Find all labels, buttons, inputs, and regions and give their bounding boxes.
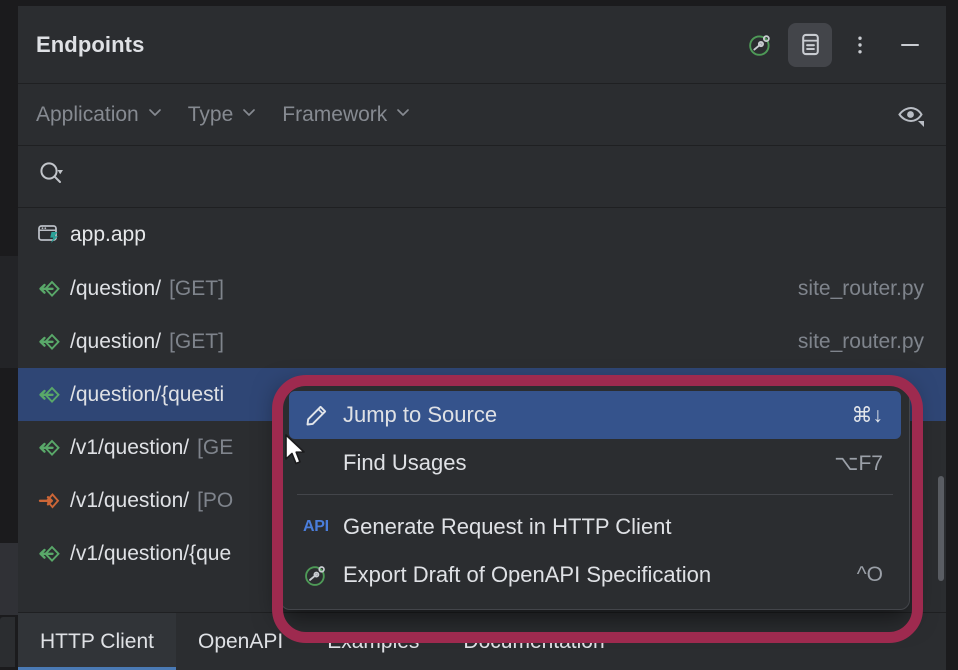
endpoint-path: /question/	[70, 276, 162, 300]
minimize-icon[interactable]	[888, 23, 932, 67]
list-group-label: app.app	[70, 223, 146, 246]
scrollbar-thumb[interactable]	[938, 476, 944, 581]
chevron-down-icon	[394, 103, 412, 127]
tab-documentation[interactable]: Documentation	[441, 613, 626, 670]
get-endpoint-icon	[36, 436, 70, 460]
table-row[interactable]: /question/ [GET] site_router.py	[18, 315, 946, 368]
endpoint-file: site_router.py	[797, 329, 924, 353]
tab-label: OpenAPI	[197, 629, 284, 653]
menu-item-label: Find Usages	[343, 450, 467, 475]
menu-item-shortcut: ^O	[856, 563, 883, 586]
bottom-tab-bar: HTTP Client OpenAPI Examples Documentati…	[18, 612, 946, 670]
mouse-cursor	[284, 434, 310, 473]
menu-item-find-usages[interactable]: Find Usages ⌥F7	[289, 439, 901, 487]
context-menu: Jump to Source ⌘↓ Find Usages ⌥F7 API Ge…	[280, 382, 910, 610]
menu-item-shortcut: ⌥F7	[834, 451, 883, 475]
search-icon[interactable]	[36, 158, 68, 195]
endpoint-path: /question/	[70, 329, 162, 353]
tab-label: Documentation	[463, 629, 605, 653]
filter-application-label: Application	[36, 102, 139, 126]
menu-item-label: Generate Request in HTTP Client	[343, 514, 672, 539]
list-group-row[interactable]: app.app	[18, 208, 946, 262]
endpoint-method: [PO	[197, 488, 234, 512]
panel-header: Endpoints	[18, 6, 946, 84]
endpoint-file: site_router.py	[797, 276, 924, 300]
api-badge-text: API	[303, 518, 329, 535]
module-icon	[36, 222, 70, 248]
pencil-icon	[303, 402, 343, 429]
endpoint-path: /v1/question/	[70, 488, 190, 512]
context-menu-popup: Jump to Source ⌘↓ Find Usages ⌥F7 API Ge…	[280, 382, 910, 610]
filter-type[interactable]: Type	[188, 103, 259, 127]
page-title: Endpoints	[36, 31, 145, 57]
api-icon: API	[303, 518, 343, 536]
filter-application[interactable]: Application	[36, 103, 164, 127]
tab-examples[interactable]: Examples	[305, 613, 441, 670]
tab-http-client[interactable]: HTTP Client	[18, 613, 176, 670]
preview-panel-icon[interactable]	[788, 22, 832, 67]
search-input[interactable]	[68, 164, 946, 189]
filter-framework[interactable]: Framework	[282, 103, 412, 127]
endpoint-path: /question/{questi	[70, 382, 225, 406]
endpoint-method: [GET]	[169, 276, 224, 300]
filter-bar: Application Type Framework	[18, 84, 946, 146]
table-row[interactable]: /question/ [GET] site_router.py	[18, 262, 946, 315]
get-endpoint-icon	[36, 330, 70, 354]
gutter-marker	[0, 256, 18, 368]
get-endpoint-icon	[36, 383, 70, 407]
menu-item-label: Jump to Source	[343, 402, 498, 427]
window-frame-top	[0, 0, 958, 6]
window-frame-right	[946, 0, 958, 670]
gutter-marker	[0, 543, 18, 615]
endpoint-method: [GET]	[169, 329, 224, 353]
endpoint-path: /v1/question/{que	[70, 541, 232, 565]
chevron-down-icon	[240, 103, 258, 127]
menu-item-label: Export Draft of OpenAPI Specification	[343, 562, 712, 587]
get-endpoint-icon	[36, 277, 70, 301]
endpoint-method: [GE	[197, 435, 234, 459]
tab-openapi[interactable]: OpenAPI	[176, 613, 305, 670]
chevron-down-icon	[146, 103, 164, 127]
endpoint-path: /v1/question/	[70, 435, 190, 459]
header-actions	[738, 22, 932, 67]
filter-framework-label: Framework	[282, 102, 388, 126]
gutter-marker	[0, 617, 15, 667]
eye-icon[interactable]	[888, 93, 932, 137]
menu-item-generate-request[interactable]: API Generate Request in HTTP Client	[289, 503, 901, 551]
tab-label: Examples	[327, 629, 420, 653]
search-bar[interactable]	[18, 146, 946, 208]
vertical-scrollbar[interactable]	[936, 218, 946, 612]
openapi-spec-icon[interactable]	[738, 23, 782, 67]
menu-item-shortcut: ⌘↓	[851, 403, 884, 427]
openapi-icon	[303, 562, 343, 588]
tab-label: HTTP Client	[40, 629, 154, 653]
menu-item-jump-to-source[interactable]: Jump to Source ⌘↓	[289, 391, 901, 439]
endpoints-tool-window: Endpoints Application Type Framework app…	[0, 0, 958, 670]
filter-type-label: Type	[187, 102, 234, 126]
get-endpoint-icon	[36, 542, 70, 566]
more-options-icon[interactable]	[838, 23, 882, 67]
menu-item-export-openapi[interactable]: Export Draft of OpenAPI Specification ^O	[289, 551, 901, 599]
menu-separator	[297, 494, 893, 495]
post-endpoint-icon	[36, 489, 70, 513]
